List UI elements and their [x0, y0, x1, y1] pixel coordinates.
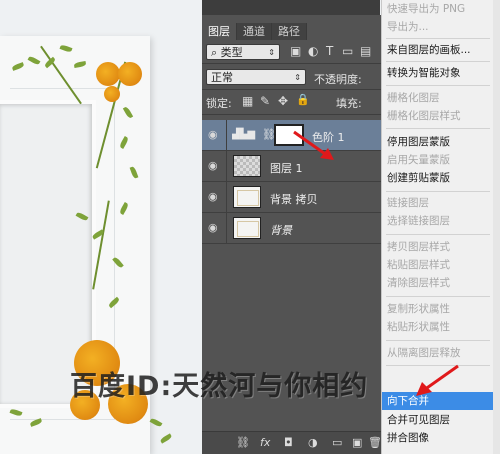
panel-tabs: 图层 通道 路径: [202, 23, 307, 40]
lock-label: 锁定:: [206, 97, 232, 110]
adjustment-filter-icon[interactable]: ◐: [308, 44, 318, 58]
eye-icon[interactable]: ◉: [208, 191, 222, 202]
red-arrow-mask: [293, 130, 334, 160]
menu-item-rasterize-layer[interactable]: 栅格化图层: [382, 89, 494, 107]
layer-name[interactable]: 背景: [270, 222, 292, 238]
levels-adjustment-icon: ▟▙▆: [232, 129, 256, 140]
menu-divider: [386, 128, 490, 129]
type-filter-icon[interactable]: T: [326, 44, 333, 58]
tab-layers[interactable]: 图层: [202, 23, 237, 40]
menu-divider: [386, 38, 490, 39]
pixel-filter-icon[interactable]: ▣: [290, 44, 301, 58]
menu-divider: [386, 61, 490, 62]
eye-column-divider: [226, 213, 227, 244]
tab-paths[interactable]: 路径: [272, 23, 307, 40]
menu-item-select-linked-layers[interactable]: 选择链接图层: [382, 212, 494, 230]
yellow-flower: [96, 62, 120, 86]
layers-bottom-toolbar: ⛓ fx ◘ ◑ ▭ ▣ 🗑: [202, 431, 382, 454]
leaf: [149, 417, 163, 428]
menu-item-copy-shape-attributes[interactable]: 复制形状属性: [382, 300, 494, 318]
layer-row-background[interactable]: ◉ 背景: [202, 213, 382, 244]
eye-icon[interactable]: ◉: [208, 129, 222, 140]
menu-item-rasterize-layer-style[interactable]: 栅格化图层样式: [382, 107, 494, 125]
watermark-text: 百度ID:天然河与你相约: [70, 371, 369, 402]
smart-object-filter-icon[interactable]: ▤: [360, 44, 371, 58]
menu-item-release-from-isolation[interactable]: 从隔离图层释放: [382, 344, 494, 362]
menu-item-enable-vector-mask[interactable]: 启用矢量蒙版: [382, 151, 494, 169]
leaf: [159, 433, 173, 444]
yellow-flower: [118, 62, 142, 86]
chevron-updown-icon: ⇕: [294, 73, 301, 82]
blend-mode-value: 正常: [211, 71, 233, 84]
menu-item-create-clipping-mask[interactable]: 创建剪贴蒙版: [382, 169, 494, 187]
layer-row-background-copy[interactable]: ◉ 背景 拷贝: [202, 182, 382, 213]
panel-header-strip: [202, 0, 380, 15]
menu-item-copy-layer-style[interactable]: 拷贝图层样式: [382, 238, 494, 256]
yellow-flower: [104, 86, 120, 102]
fx-icon[interactable]: fx: [260, 436, 270, 449]
lock-all-icon[interactable]: 🔒: [296, 93, 310, 106]
red-arrow-merge-down: [416, 364, 459, 396]
layer-thumbnail: [233, 155, 261, 177]
chevron-updown-icon: ⇕: [268, 48, 275, 57]
lock-pixels-icon[interactable]: ✎: [260, 94, 270, 108]
lock-transparent-icon[interactable]: ▦: [242, 94, 253, 108]
menu-item-clear-layer-style[interactable]: 清除图层样式: [382, 274, 494, 292]
menu-item-disable-layer-mask[interactable]: 停用图层蒙版: [382, 133, 494, 151]
trash-icon[interactable]: 🗑: [368, 436, 382, 449]
blend-mode-select[interactable]: 正常 ⇕: [206, 69, 306, 85]
search-icon: ⌕: [211, 46, 218, 59]
menu-item-export-as[interactable]: 导出为...: [382, 18, 494, 36]
fill-label: 填充:: [336, 97, 362, 110]
eye-column-divider: [226, 151, 227, 182]
menu-divider: [386, 191, 490, 192]
shape-filter-icon[interactable]: ▭: [342, 44, 353, 58]
menu-divider: [386, 296, 490, 297]
menu-item-artboard-from-layers[interactable]: 来自图层的画板...: [382, 41, 494, 59]
menu-divider: [386, 234, 490, 235]
menu-divider: [386, 85, 490, 86]
menu-item-merge-visible[interactable]: 合并可见图层: [382, 411, 494, 429]
new-layer-icon[interactable]: ▣: [352, 436, 362, 449]
tab-channels[interactable]: 通道: [237, 23, 272, 40]
divider: [202, 63, 382, 64]
eye-icon[interactable]: ◉: [208, 222, 222, 233]
layer-name[interactable]: 背景 拷贝: [270, 191, 318, 207]
menu-item-link-layers[interactable]: 链接图层: [382, 194, 494, 212]
new-group-icon[interactable]: ▭: [332, 436, 342, 449]
menu-item-flatten-image[interactable]: 拼合图像: [382, 429, 494, 447]
eye-column-divider: [226, 182, 227, 213]
menu-divider: [386, 340, 490, 341]
opacity-label: 不透明度:: [314, 73, 362, 86]
layer-filter-select[interactable]: ⌕ 类型 ⇕: [206, 44, 280, 60]
menu-item-convert-smart-object[interactable]: 转换为智能对象: [382, 64, 494, 82]
layer-thumbnail: [233, 217, 261, 239]
eye-icon[interactable]: ◉: [208, 160, 222, 171]
lock-position-icon[interactable]: ✥: [278, 94, 288, 108]
menu-item-quick-export-png[interactable]: 快速导出为 PNG: [382, 0, 494, 18]
adjustment-layer-icon[interactable]: ◑: [308, 436, 318, 449]
menu-item-paste-shape-attributes[interactable]: 粘贴形状属性: [382, 318, 494, 336]
layer-filter-value: 类型: [220, 46, 243, 59]
divider: [202, 114, 382, 115]
divider: [202, 89, 382, 90]
link-layers-icon[interactable]: ⛓: [236, 436, 250, 449]
eye-column-divider: [226, 120, 227, 151]
menu-item-paste-layer-style[interactable]: 粘贴图层样式: [382, 256, 494, 274]
layer-thumbnail: [233, 186, 261, 208]
right-scroll-strip: [493, 0, 500, 454]
add-mask-icon[interactable]: ◘: [284, 436, 293, 449]
